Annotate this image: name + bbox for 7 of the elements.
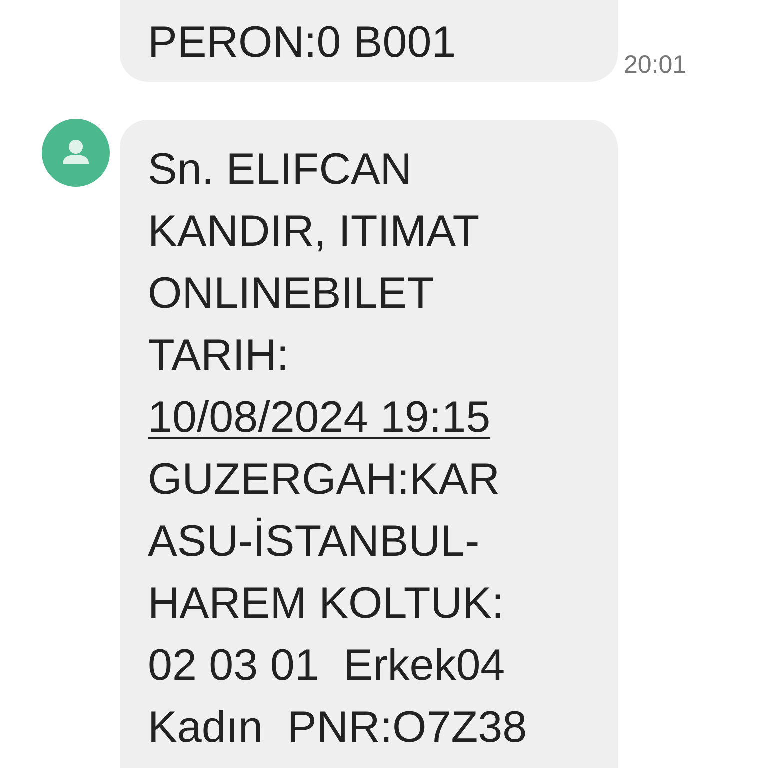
date-link[interactable]: 10/08/2024 19:15	[148, 393, 491, 442]
message-text: Sn. ELIFCAN KANDIR, ITIMAT ONLINEBILET TARIH: 10/08/2024 19:15 GUZERGAH:KAR ASU-İSTANBUL- HAREM KOLTUK: 02 03 01 Erkek04 Kadın PNR:O7Z38	[148, 144, 528, 754]
contact-avatar-icon[interactable]	[42, 119, 110, 187]
message-time: 20:01	[624, 51, 687, 80]
message-text: PERON:0 B001	[148, 17, 458, 69]
message-bubble[interactable]: PERON:0 B001	[120, 0, 618, 82]
message-bubble[interactable]: Sn. ELIFCAN KANDIR, ITIMAT ONLINEBILET TARIH: 10/08/2024 19:15 GUZERGAH:KAR ASU-İSTANBUL- HAREM KOLTUK: 02 03 01 Erkek04 Kadın PNR:O7Z38	[120, 120, 618, 768]
